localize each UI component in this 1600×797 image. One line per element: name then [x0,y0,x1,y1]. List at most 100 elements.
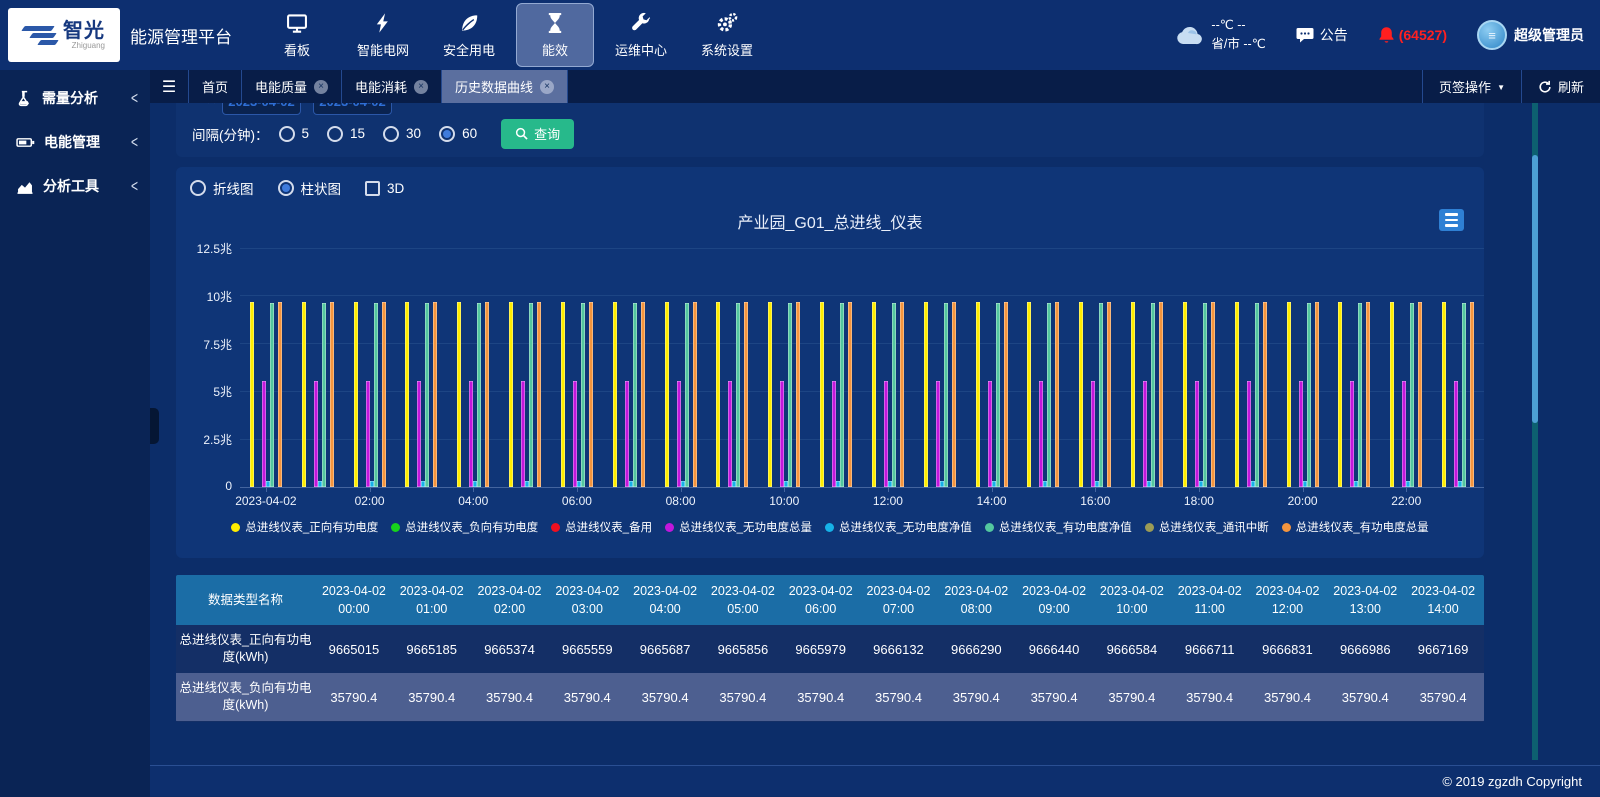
bar [872,302,876,487]
table-header-time: 2023-04-0214:00 [1404,575,1482,625]
battery-icon [16,135,35,150]
tab-energy-consumption[interactable]: 电能消耗× [342,70,442,103]
bar [884,381,888,487]
refresh-button[interactable]: 刷新 [1521,70,1600,103]
bar [1151,303,1155,487]
bar-chart-option-label: 柱状图 [301,178,342,198]
sidebar-toggle-button[interactable]: ☰ [150,70,189,103]
bar [900,302,904,487]
legend-item[interactable]: 总进线仪表_通讯中断 [1145,519,1269,535]
gridline [240,248,1484,249]
legend-dot-icon [985,523,994,532]
platform-title: 能源管理平台 [130,23,232,48]
nav-item-safe-power[interactable]: 安全用电 [430,3,508,67]
nav-item-ops-center[interactable]: 运维中心 [602,3,680,67]
close-tab-icon[interactable]: × [540,80,554,94]
legend-item[interactable]: 总进线仪表_无功电度净值 [825,519,972,535]
legend-item[interactable]: 总进线仪表_有功电度净值 [985,519,1132,535]
legend-dot-icon [391,523,400,532]
legend-dot-icon [825,523,834,532]
three-d-option[interactable]: 3D [365,181,404,196]
bar [744,302,748,487]
vertical-scrollbar-thumb[interactable] [1532,155,1538,423]
interval-option-30[interactable]: 30 [383,126,421,142]
user-name: 超级管理员 [1514,25,1584,45]
bar [509,302,513,487]
logo: 智光 Zhiguang [8,8,120,62]
cell-value: 9666711 [1171,625,1249,673]
x-axis-tick-label: 04:00 [458,494,488,508]
sidebar-item-analysis-tools[interactable]: 分析工具< [0,164,150,208]
nav-item-system-settings[interactable]: 系统设置 [688,3,766,67]
tab-home[interactable]: 首页 [189,70,242,103]
sidebar-collapse-handle[interactable] [150,408,159,444]
bar [996,303,1000,487]
sidebar-item-label: 需量分析 [42,88,98,108]
tab-history-data-curve[interactable]: 历史数据曲线× [442,70,568,103]
close-tab-icon[interactable]: × [414,80,428,94]
row-label: 总进线仪表_正向有功电度(kWh) [176,625,315,673]
legend-item[interactable]: 总进线仪表_备用 [551,519,652,535]
chart-export-menu-button[interactable] [1439,209,1464,231]
cell-value: 35790.4 [626,673,704,721]
bar [1418,302,1422,487]
monitor-icon [286,12,308,34]
bar [1159,302,1163,487]
tab-operations-dropdown[interactable]: 页签操作 ▼ [1422,70,1521,103]
y-axis-tick-label: 12.5兆 [176,240,232,257]
wrench-icon [630,12,652,34]
cell-value: 9666831 [1249,625,1327,673]
notice-button[interactable]: 公告 [1296,25,1348,45]
bar [1366,302,1370,487]
sidebar-item-energy-management[interactable]: 电能管理< [0,120,150,164]
legend-item[interactable]: 总进线仪表_负向有功电度 [391,519,538,535]
nav-item-energy-efficiency[interactable]: 能效 [516,3,594,67]
bar [736,303,740,487]
legend-item-label: 总进线仪表_通讯中断 [1159,519,1269,535]
query-button[interactable]: 查询 [501,119,574,149]
start-date-input[interactable]: 2023-04-02 [222,103,301,115]
bar [1315,302,1319,487]
interval-option-5[interactable]: 5 [279,126,310,142]
alarm-button[interactable]: (64527) [1378,26,1447,44]
interval-option-60[interactable]: 60 [439,126,477,142]
bar [485,302,489,487]
tab-power-quality[interactable]: 电能质量× [242,70,342,103]
bar [976,302,980,487]
end-date-input[interactable]: 2023-04-02 [313,103,392,115]
hourglass-icon [544,12,566,34]
user-menu[interactable]: ≡ 超级管理员 [1477,20,1584,50]
line-chart-option[interactable]: 折线图 [190,178,254,198]
interval-option-label: 15 [350,126,365,141]
nav-item-smart-grid[interactable]: 智能电网 [344,3,422,67]
bar [1350,381,1354,487]
bar-chart-option[interactable]: 柱状图 [278,178,342,198]
table-header-time: 2023-04-0209:00 [1015,575,1093,625]
bar [1039,381,1043,487]
bar [1263,302,1267,487]
bar [848,302,852,487]
legend-item[interactable]: 总进线仪表_无功电度总量 [665,519,812,535]
close-tab-icon[interactable]: × [314,80,328,94]
bar [405,302,409,487]
bar [1183,302,1187,487]
legend-item[interactable]: 总进线仪表_有功电度总量 [1282,519,1429,535]
x-axis-tick [266,487,267,492]
alarm-count: (64527) [1399,27,1447,43]
weather-city: 省/市 --℃ [1211,35,1265,54]
table-header-time: 2023-04-0201:00 [393,575,471,625]
legend-item[interactable]: 总进线仪表_正向有功电度 [231,519,378,535]
legend-dot-icon [665,523,674,532]
avatar: ≡ [1477,20,1507,50]
refresh-label: 刷新 [1558,77,1584,96]
interval-option-15[interactable]: 15 [327,126,365,142]
table-header-time: 2023-04-0210:00 [1093,575,1171,625]
tab-operations-label: 页签操作 [1439,77,1491,96]
chevron-left-icon: < [131,176,138,196]
cell-value: 9665687 [626,625,704,673]
sidebar-item-demand-analysis[interactable]: 需量分析< [0,76,150,120]
bar [625,381,629,487]
bar [477,303,481,487]
x-axis-tick-label: 08:00 [666,494,696,508]
nav-item-kanban[interactable]: 看板 [258,3,336,67]
